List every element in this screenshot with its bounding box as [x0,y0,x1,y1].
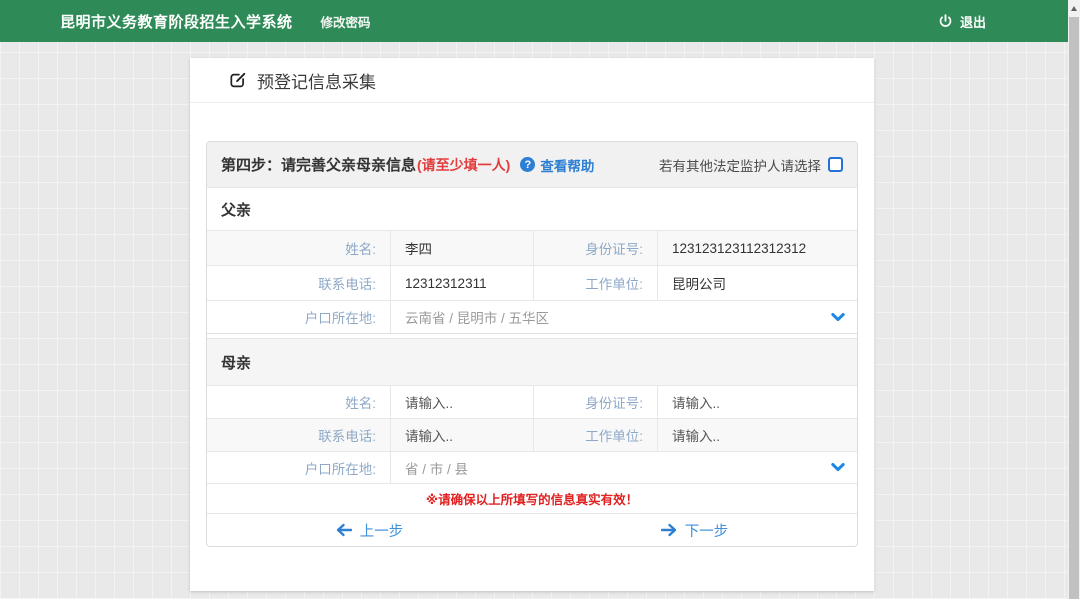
step-title: 第四步：请完善父亲母亲信息 [221,154,416,175]
father-row-phone-work: 联系电话: 12312312311 工作单位: 昆明公司 [207,265,857,300]
chevron-down-icon[interactable] [831,463,845,472]
mother-workunit-input[interactable]: 请输入.. [658,419,857,451]
father-phone-label: 联系电话: [207,266,391,300]
navigation-row: 上一步 下一步 [207,513,857,546]
father-section-header: 父亲 [207,187,857,230]
scrollbar-thumb[interactable] [1069,17,1079,599]
guardian-prompt: 若有其他法定监护人请选择 [659,155,821,175]
next-step-button[interactable]: 下一步 [661,520,729,541]
system-title: 昆明市义务教育阶段招生入学系统 [60,11,293,32]
vertical-scrollbar[interactable] [1068,0,1080,599]
question-icon: ? [520,157,535,172]
guardian-checkbox[interactable] [828,157,843,172]
mother-row-phone-work: 联系电话: 请输入.. 工作单位: 请输入.. [207,418,857,451]
father-residence-row: 户口所在地: 云南省 / 昆明市 / 五华区 [207,300,857,333]
step-note: (请至少填一人) [417,155,510,175]
validity-warning: ※请确保以上所填写的信息真实有效！ [426,489,638,508]
mother-residence-label: 户口所在地: [207,452,391,483]
edit-icon [228,71,247,90]
mother-residence-row: 户口所在地: 省 / 市 / 县 [207,451,857,483]
mother-residence-select[interactable]: 省 / 市 / 县 [391,458,857,478]
mother-workunit-label: 工作单位: [534,419,658,451]
guardian-option: 若有其他法定监护人请选择 [659,155,843,175]
change-password-link[interactable]: 修改密码 [321,12,371,31]
mother-phone-input[interactable]: 请输入.. [391,419,534,451]
mother-id-input[interactable]: 请输入.. [658,386,857,418]
power-icon [938,14,953,29]
top-navbar: 昆明市义务教育阶段招生入学系统 修改密码 退出 [0,0,1068,42]
mother-phone-label: 联系电话: [207,419,391,451]
scrollbar-up-button[interactable] [1068,0,1080,17]
chevron-down-icon[interactable] [831,313,845,322]
father-phone-input[interactable]: 12312312311 [391,266,534,300]
father-name-input[interactable]: 李四 [391,231,534,265]
father-residence-label: 户口所在地: [207,301,391,333]
logout-button[interactable]: 退出 [938,12,986,31]
warning-row: ※请确保以上所填写的信息真实有效！ [207,483,857,513]
mother-residence-value: 省 / 市 / 县 [405,458,468,478]
mother-row-name-id: 姓名: 请输入.. 身份证号: 请输入.. [207,385,857,418]
father-id-label: 身份证号: [534,231,658,265]
father-row-name-id: 姓名: 李四 身份证号: 123123123112312312 [207,230,857,265]
mother-name-label: 姓名: [207,386,391,418]
pre-registration-card: 预登记信息采集 第四步：请完善父亲母亲信息 (请至少填一人) ? 查看帮助 若有… [190,58,874,591]
father-id-input[interactable]: 123123123112312312 [658,231,857,265]
mother-name-input[interactable]: 请输入.. [391,386,534,418]
scroll-up-icon [1071,6,1077,11]
mother-id-label: 身份证号: [534,386,658,418]
parents-info-form: 第四步：请完善父亲母亲信息 (请至少填一人) ? 查看帮助 若有其他法定监护人请… [206,141,858,547]
next-step-label: 下一步 [685,520,729,541]
mother-section-header: 母亲 [207,338,857,385]
previous-step-label: 上一步 [360,520,404,541]
father-workunit-input[interactable]: 昆明公司 [658,266,857,300]
father-name-label: 姓名: [207,231,391,265]
page-title: 预登记信息采集 [257,68,376,93]
step-header: 第四步：请完善父亲母亲信息 (请至少填一人) ? 查看帮助 若有其他法定监护人请… [207,142,857,187]
card-header: 预登记信息采集 [190,58,874,103]
previous-step-button[interactable]: 上一步 [336,520,404,541]
help-link-label: 查看帮助 [540,155,594,175]
view-help-link[interactable]: ? 查看帮助 [520,155,594,175]
father-residence-select[interactable]: 云南省 / 昆明市 / 五华区 [391,307,857,327]
arrow-left-icon [336,523,352,537]
arrow-right-icon [661,523,677,537]
father-residence-value: 云南省 / 昆明市 / 五华区 [405,307,549,327]
father-workunit-label: 工作单位: [534,266,658,300]
logout-label: 退出 [960,12,986,31]
